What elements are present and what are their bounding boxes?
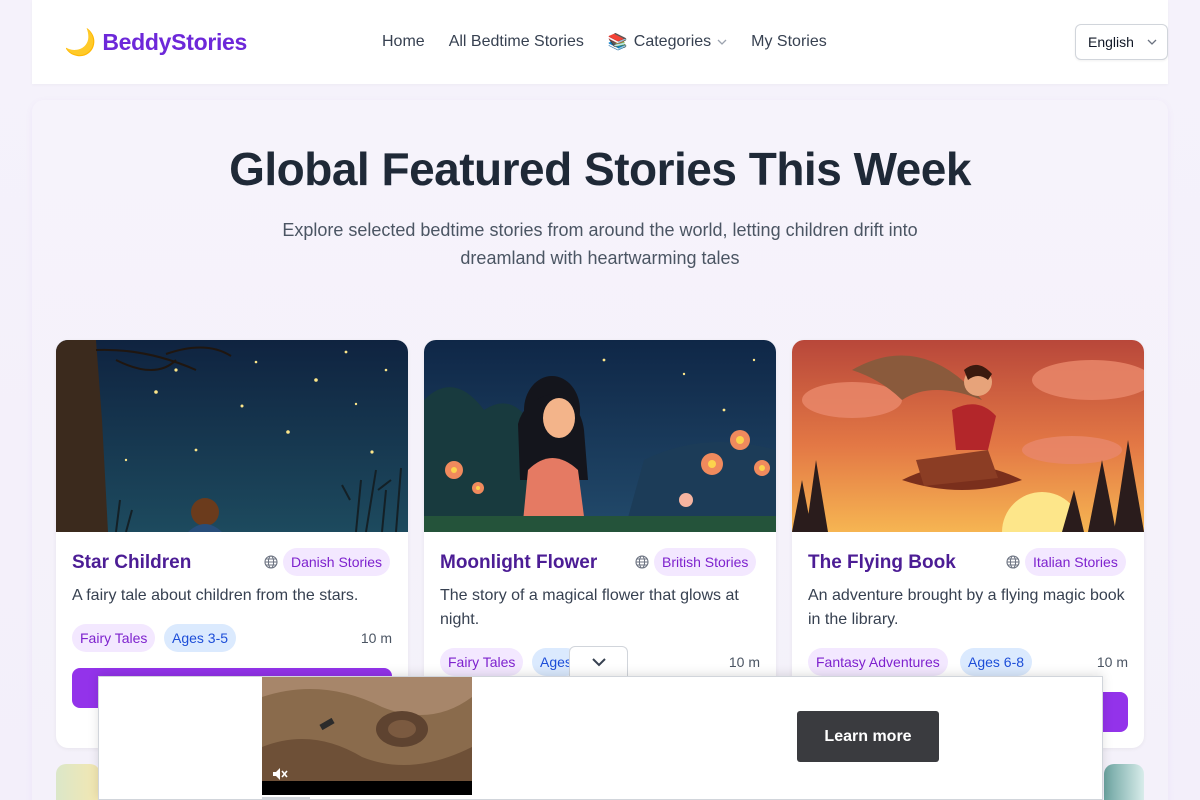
origin-badge: Italian Stories (1025, 548, 1126, 576)
mute-icon[interactable] (271, 765, 289, 783)
desert-aerial-video-frame (262, 677, 472, 781)
brand-name: BeddyStories (102, 28, 248, 55)
story-card-partial[interactable] (56, 764, 100, 800)
nav-all-stories-link[interactable]: All Bedtime Stories (449, 33, 584, 51)
story-cover-image[interactable] (56, 340, 408, 532)
category-tag[interactable]: Fairy Tales (440, 648, 524, 676)
story-title[interactable]: Star Children (72, 552, 191, 574)
story-description: An adventure brought by a flying magic b… (808, 587, 1125, 628)
origin-badge: Danish Stories (283, 548, 391, 576)
story-cover-image[interactable] (792, 340, 1144, 532)
read-time: 10 m (360, 630, 392, 646)
language-select[interactable]: English (1075, 24, 1168, 60)
story-description: The story of a magical flower that glows… (440, 587, 739, 628)
nav-categories-dropdown[interactable]: 📚 Categories (608, 32, 727, 52)
flying-book-illustration (792, 340, 1144, 532)
starry-night-illustration (56, 340, 408, 532)
age-tag[interactable]: Ages 6-8 (960, 648, 1033, 676)
category-tag[interactable]: Fantasy Adventures (808, 648, 948, 676)
chevron-down-icon (717, 39, 727, 45)
story-card-partial[interactable] (1104, 764, 1144, 800)
nav-home-link[interactable]: Home (382, 33, 425, 51)
chevron-down-icon (1147, 39, 1157, 45)
ad-banner[interactable]: Learn more (98, 676, 1103, 800)
page-title: Global Featured Stories This Week (229, 143, 971, 195)
age-tag[interactable]: Ages 3-5 (164, 624, 237, 652)
learn-more-button[interactable]: Learn more (797, 711, 939, 762)
origin-badge: British Stories (654, 548, 757, 576)
moonlight-girl-illustration (424, 340, 776, 532)
ad-video-player[interactable] (262, 677, 472, 800)
story-title[interactable]: Moonlight Flower (440, 552, 597, 574)
read-time: 10 m (1096, 654, 1128, 670)
chevron-down-icon (591, 657, 606, 666)
page-subtitle: Explore selected bedtime stories from ar… (282, 220, 918, 268)
category-tag[interactable]: Fairy Tales (72, 624, 156, 652)
ad-collapse-button[interactable] (569, 646, 628, 676)
nav-categories-label: Categories (633, 33, 712, 50)
brand-logo[interactable]: 🌙 BeddyStories (64, 29, 247, 56)
globe-icon (264, 555, 278, 569)
books-icon: 📚 (607, 34, 628, 51)
globe-icon (1006, 555, 1020, 569)
moon-icon: 🌙 (64, 27, 97, 57)
story-title[interactable]: The Flying Book (808, 552, 956, 574)
globe-icon (635, 555, 649, 569)
story-cover-image[interactable] (424, 340, 776, 532)
main-nav: Home All Bedtime Stories 📚 Categories My… (382, 0, 827, 84)
story-description: A fairy tale about children from the sta… (72, 587, 359, 604)
nav-my-stories-link[interactable]: My Stories (751, 33, 827, 51)
language-selected-value: English (1088, 34, 1134, 50)
read-time: 10 m (728, 654, 760, 670)
